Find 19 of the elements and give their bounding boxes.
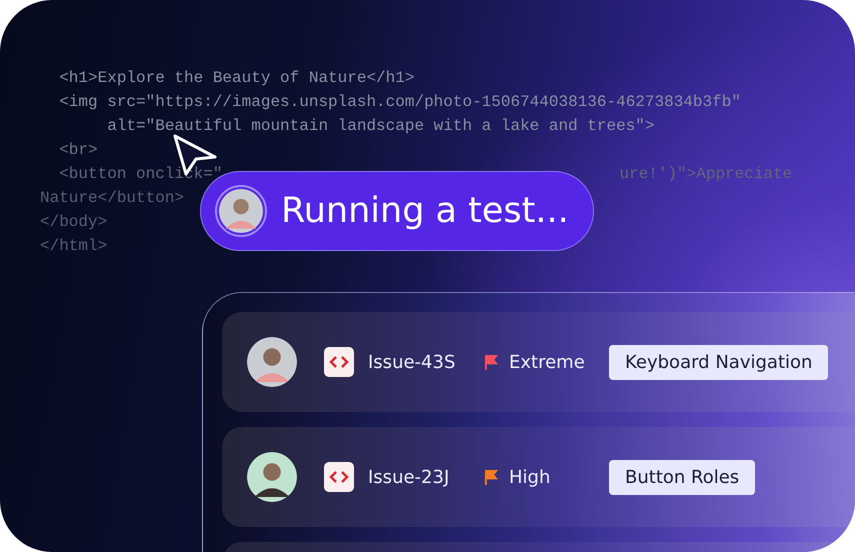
avatar-icon <box>247 337 297 387</box>
status-text: Running a test... <box>281 191 569 231</box>
code-text: ure!')">Appreciate <box>619 164 792 185</box>
issue-tag: Keyboard Navigation <box>609 344 828 380</box>
code-icon <box>324 347 354 377</box>
code-icon <box>324 462 354 492</box>
code-text: </html> <box>40 236 108 257</box>
issue-id: Issue-43S <box>368 352 456 372</box>
code-text: Nature</button> <box>40 188 184 209</box>
issue-tag: Button Roles <box>609 460 756 494</box>
avatar-icon <box>215 185 267 237</box>
code-text: <br> <box>58 140 98 161</box>
code-text: </body> <box>40 212 108 233</box>
issue-id: Issue-23J <box>368 466 450 488</box>
avatar-icon <box>247 452 297 502</box>
priority-label: High <box>509 466 552 488</box>
priority-label: Extreme <box>509 352 586 372</box>
code-text: <h1>Explore the Beauty of Nature</h1> <box>58 68 414 89</box>
code-text: alt="Beautiful mountain landscape with a lake and trees"> <box>106 116 654 137</box>
